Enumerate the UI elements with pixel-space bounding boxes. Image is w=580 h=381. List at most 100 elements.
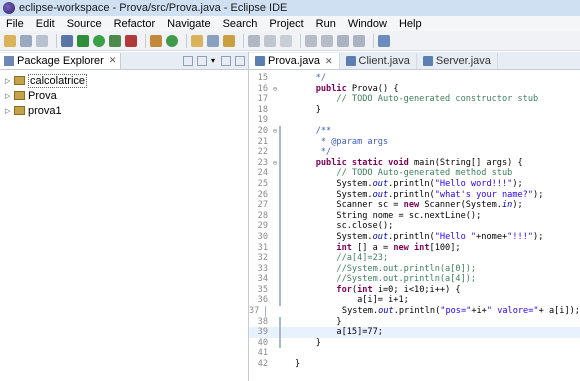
code-line[interactable]: 33 //System.out.println(a[0]);: [249, 263, 580, 275]
open-type-icon[interactable]: [191, 34, 203, 47]
code-line[interactable]: 30 System.out.println("Hello "+nome+"!!!…: [249, 231, 580, 243]
package-explorer-tab[interactable]: Package Explorer ✕: [0, 52, 122, 69]
collapse-all-icon[interactable]: [183, 55, 193, 66]
open-task-icon[interactable]: [207, 34, 219, 47]
code-line[interactable]: 17 // TODO Auto-generated constructor st…: [249, 94, 580, 105]
code-line[interactable]: 40 }: [249, 337, 580, 349]
menu-edit[interactable]: Edit: [30, 18, 61, 30]
fold-gutter: [271, 232, 279, 243]
code-line[interactable]: 28 String nome = sc.nextLine();: [249, 210, 580, 222]
run-icon[interactable]: [93, 34, 105, 47]
code-line[interactable]: 42}: [249, 359, 580, 370]
maximize-icon[interactable]: [235, 55, 245, 66]
code-line[interactable]: 21 * @param args: [249, 136, 580, 148]
tab-server-java[interactable]: Server.java: [417, 53, 498, 69]
search-icon[interactable]: [223, 34, 235, 47]
debug-icon[interactable]: [77, 34, 89, 47]
code-line[interactable]: 19: [249, 115, 580, 126]
line-number: 16: [257, 83, 268, 94]
back-icon[interactable]: [337, 34, 349, 47]
menu-navigate[interactable]: Navigate: [161, 18, 216, 30]
code-editor[interactable]: 15 */16 ⊖ public Prova() {17 // TODO Auto…: [249, 73, 580, 370]
tree-item-label: prova1: [28, 104, 62, 117]
toggle-mark-occurrences-icon[interactable]: [248, 34, 260, 47]
code-line[interactable]: 37 System.out.println("pos="+i+" valore=…: [249, 306, 580, 317]
view-menu-icon[interactable]: ▾: [211, 56, 217, 66]
code-line[interactable]: 39 a[15]=77;: [249, 327, 580, 338]
code-text: // TODO Auto-generated constructor stub: [281, 94, 538, 105]
expand-icon[interactable]: ▷: [5, 92, 14, 100]
minimize-icon[interactable]: [221, 55, 231, 66]
tab-label: Prova.java: [268, 55, 320, 67]
code-line[interactable]: 31 int [] a = new int[100];: [249, 242, 580, 254]
code-token: " valore=": [486, 306, 539, 317]
code-text: System.out.println("Hello word!!!");: [281, 179, 522, 190]
editor-area: Prova.java ✕ Client.java Server.java 15 …: [249, 52, 580, 381]
save-all-icon[interactable]: [36, 34, 48, 47]
code-line[interactable]: 35 for(int i=0; i<10;i++) {: [249, 284, 580, 296]
new-java-project-icon[interactable]: [150, 34, 162, 47]
code-line[interactable]: 15 */: [249, 73, 580, 84]
line-number: 29: [257, 221, 268, 232]
code-token: + a[i]);: [538, 306, 580, 317]
code-line[interactable]: 34 //System.out.println(a[4]);: [249, 274, 580, 285]
code-line[interactable]: 24 // TODO Auto-generated method stub: [249, 168, 580, 179]
open-perspective-icon[interactable]: [378, 34, 390, 47]
code-token: /**: [295, 125, 332, 136]
show-whitespace-icon[interactable]: [280, 34, 292, 47]
menu-project[interactable]: Project: [263, 18, 309, 30]
fold-toggle-icon[interactable]: ⊖: [271, 84, 279, 95]
code-line[interactable]: 22 */: [249, 147, 580, 158]
code-line[interactable]: 41: [249, 348, 580, 359]
close-icon[interactable]: ✕: [109, 55, 117, 66]
menu-run[interactable]: Run: [310, 18, 342, 30]
toolbar-separator: [373, 33, 374, 48]
expand-icon[interactable]: ▷: [5, 107, 14, 115]
next-annotation-icon[interactable]: [305, 34, 317, 47]
code-line[interactable]: 32 //a[4]=23;: [249, 253, 580, 264]
code-line[interactable]: 27 Scanner sc = new Scanner(System.in);: [249, 200, 580, 211]
code-line[interactable]: 25 System.out.println("Hello word!!!");: [249, 178, 580, 190]
code-line[interactable]: 16 ⊖ public Prova() {: [249, 84, 580, 95]
code-token: }: [295, 316, 342, 327]
tree-item-prova[interactable]: ▷ Prova: [0, 88, 248, 103]
menu-refactor[interactable]: Refactor: [108, 18, 162, 30]
menu-search[interactable]: Search: [217, 18, 264, 30]
fold-gutter: [271, 190, 279, 201]
coverage-icon[interactable]: [109, 34, 121, 47]
java-project-icon: [14, 106, 25, 115]
fold-toggle-icon[interactable]: ⊖: [271, 126, 279, 137]
code-line[interactable]: 38 }: [249, 316, 580, 328]
code-line[interactable]: 20 ⊖ /**: [249, 125, 580, 137]
expand-icon[interactable]: ▷: [5, 77, 14, 85]
line-number: 23: [257, 157, 268, 168]
menu-file[interactable]: File: [0, 18, 30, 30]
new-icon[interactable]: [4, 34, 16, 47]
save-icon[interactable]: [20, 34, 32, 47]
code-line[interactable]: 23 ⊖ public static void main(String[] arg…: [249, 157, 580, 169]
menu-source[interactable]: Source: [61, 18, 108, 30]
line-number: 36: [257, 295, 268, 306]
tree-item-calcolatrice[interactable]: ▷ calcolatrice: [0, 73, 248, 88]
code-line[interactable]: 18 }: [249, 105, 580, 116]
code-token: Scanner sc =: [295, 200, 404, 211]
toggle-block-selection-icon[interactable]: [264, 34, 276, 47]
code-line[interactable]: 29 sc.close();: [249, 221, 580, 232]
new-class-icon[interactable]: [166, 34, 178, 47]
fold-gutter: [271, 243, 279, 254]
skip-breakpoints-icon[interactable]: [61, 34, 73, 47]
menu-help[interactable]: Help: [393, 18, 428, 30]
close-icon[interactable]: ✕: [325, 56, 333, 67]
code-line[interactable]: 36 a[i]= i+1;: [249, 295, 580, 307]
tab-prova-java[interactable]: Prova.java ✕: [249, 53, 340, 69]
menu-window[interactable]: Window: [342, 18, 393, 30]
tree-item-prova1[interactable]: ▷ prova1: [0, 103, 248, 118]
forward-icon[interactable]: [353, 34, 365, 47]
code-text: }: [281, 316, 342, 328]
external-tools-icon[interactable]: [125, 34, 137, 47]
code-line[interactable]: 26 System.out.println("what's your name?…: [249, 189, 580, 201]
tab-client-java[interactable]: Client.java: [340, 53, 417, 69]
link-with-editor-icon[interactable]: [197, 55, 207, 66]
previous-annotation-icon[interactable]: [321, 34, 333, 47]
fold-toggle-icon[interactable]: ⊖: [271, 158, 279, 169]
